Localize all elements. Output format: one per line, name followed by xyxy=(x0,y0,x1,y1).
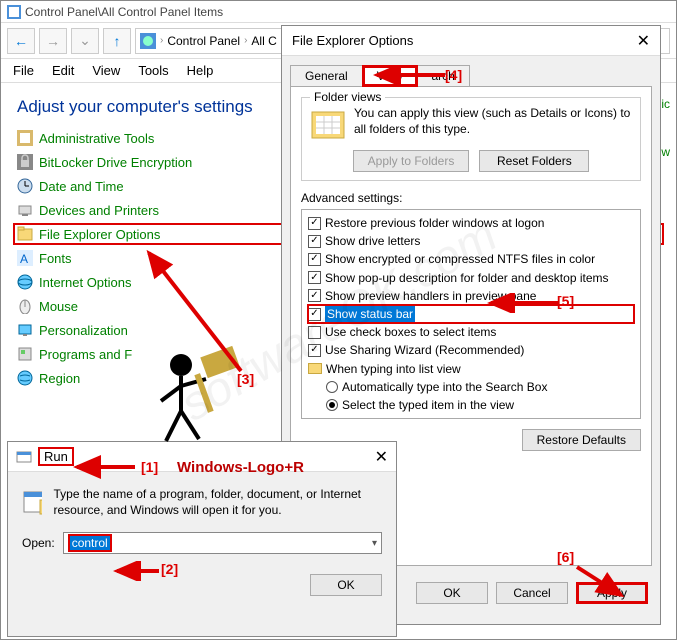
dropdown-icon[interactable]: ▾ xyxy=(372,538,377,549)
advanced-setting-item[interactable]: Select the typed item in the view xyxy=(308,396,634,414)
advanced-settings-label: Advanced settings: xyxy=(301,191,641,205)
group-label: Folder views xyxy=(310,90,385,104)
callout-1: [1] xyxy=(141,459,158,475)
advanced-setting-item[interactable]: Use Sharing Wizard (Recommended) xyxy=(308,341,634,359)
advanced-settings-list[interactable]: Restore previous folder windows at logon… xyxy=(301,209,641,419)
back-button[interactable]: ← xyxy=(7,28,35,54)
menu-file[interactable]: File xyxy=(5,61,42,80)
callout-2: [2] xyxy=(161,561,178,577)
folder-views-group: Folder views You can apply this view (su… xyxy=(301,97,641,181)
cp-item-label: BitLocker Drive Encryption xyxy=(39,155,192,170)
callout-3: [3] xyxy=(237,371,254,387)
checkbox-icon[interactable] xyxy=(308,289,321,302)
cp-item-label: Internet Options xyxy=(39,275,132,290)
run-icon xyxy=(16,449,32,465)
tab-general[interactable]: General xyxy=(290,65,363,87)
setting-label: Show pop-up description for folder and d… xyxy=(325,270,609,286)
setting-label: Show preview handlers in preview pane xyxy=(325,288,536,304)
close-icon[interactable]: ✕ xyxy=(637,31,650,51)
keyboard-hint: Windows-Logo+R xyxy=(177,459,304,476)
callout-5: [5] xyxy=(557,293,574,309)
ok-button[interactable]: OK xyxy=(416,582,488,604)
cp-item-label: Devices and Printers xyxy=(39,203,159,218)
menu-help[interactable]: Help xyxy=(179,61,222,80)
setting-label: Show encrypted or compressed NTFS files … xyxy=(325,251,595,267)
run-ok-button[interactable]: OK xyxy=(310,574,382,596)
breadcrumb-sep: › xyxy=(244,35,247,46)
advanced-setting-item[interactable]: Automatically type into the Search Box xyxy=(308,378,634,396)
folder-icon xyxy=(308,363,322,374)
apply-to-folders-button[interactable]: Apply to Folders xyxy=(353,150,470,172)
open-label: Open: xyxy=(22,536,55,550)
setting-label: Use check boxes to select items xyxy=(325,324,496,340)
cp-item-label: Programs and F xyxy=(39,347,132,362)
advanced-setting-item[interactable]: Show encrypted or compressed NTFS files … xyxy=(308,250,634,268)
cp-item-label: Administrative Tools xyxy=(39,131,154,146)
tabs: General View arch xyxy=(290,64,652,86)
reset-folders-button[interactable]: Reset Folders xyxy=(479,150,589,172)
setting-label: Show drive letters xyxy=(325,233,420,249)
advanced-setting-item[interactable]: Restore previous folder windows at logon xyxy=(308,214,634,232)
checkbox-icon[interactable] xyxy=(308,308,321,321)
setting-label: Automatically type into the Search Box xyxy=(342,379,547,395)
dialog-title: File Explorer Options xyxy=(292,33,413,48)
cp-item-label: Date and Time xyxy=(39,179,124,194)
apply-button[interactable]: Apply xyxy=(576,582,648,604)
setting-label: Restore previous folder windows at logon xyxy=(325,215,544,231)
restore-defaults-button[interactable]: Restore Defaults xyxy=(522,429,641,451)
checkbox-icon[interactable] xyxy=(308,344,321,357)
advanced-setting-item[interactable]: Show preview handlers in preview pane xyxy=(308,287,634,305)
callout-4: [4] xyxy=(445,67,462,83)
menu-view[interactable]: View xyxy=(84,61,128,80)
checkbox-icon[interactable] xyxy=(308,253,321,266)
advanced-setting-item[interactable]: Show pop-up description for folder and d… xyxy=(308,269,634,287)
advanced-setting-item[interactable]: When typing into list view xyxy=(308,360,634,378)
checkbox-icon[interactable] xyxy=(308,271,321,284)
menu-edit[interactable]: Edit xyxy=(44,61,82,80)
cp-item-label: Personalization xyxy=(39,323,128,338)
open-input[interactable]: control ▾ xyxy=(63,532,382,554)
callout-6: [6] xyxy=(557,549,574,565)
tab-view[interactable]: View xyxy=(362,65,418,87)
cp-item-label: Mouse xyxy=(39,299,78,314)
window-title: Control Panel\All Control Panel Items xyxy=(25,5,223,19)
run-description: Type the name of a program, folder, docu… xyxy=(54,486,383,518)
svg-text:A: A xyxy=(20,252,28,266)
radio-icon[interactable] xyxy=(326,381,338,393)
checkbox-icon[interactable] xyxy=(308,217,321,230)
open-value: control xyxy=(68,534,112,552)
breadcrumb-item[interactable]: Control Panel xyxy=(167,34,240,48)
checkbox-icon[interactable] xyxy=(308,235,321,248)
forward-button[interactable]: → xyxy=(39,28,67,54)
cp-item-label: Fonts xyxy=(39,251,72,266)
up-button[interactable]: ↑ xyxy=(103,28,131,54)
control-panel-icon xyxy=(140,33,156,49)
run-title: Run xyxy=(38,447,74,466)
cancel-button[interactable]: Cancel xyxy=(496,582,568,604)
setting-label: When typing into list view xyxy=(326,361,461,377)
cp-item-label: File Explorer Options xyxy=(39,227,160,242)
setting-label: Use Sharing Wizard (Recommended) xyxy=(325,342,524,358)
titlebar: Control Panel\All Control Panel Items xyxy=(1,1,676,23)
control-panel-icon xyxy=(7,5,21,19)
breadcrumb-sep: › xyxy=(160,35,163,46)
checkbox-icon[interactable] xyxy=(308,326,321,339)
stickman-illustration xyxy=(151,341,251,451)
menu-tools[interactable]: Tools xyxy=(130,61,176,80)
radio-icon[interactable] xyxy=(326,399,338,411)
close-icon[interactable]: ✕ xyxy=(375,447,388,467)
advanced-setting-item[interactable]: Use check boxes to select items xyxy=(308,323,634,341)
run-program-icon xyxy=(22,486,42,518)
folder-views-text: You can apply this view (such as Details… xyxy=(354,106,632,142)
folder-views-icon xyxy=(310,106,346,142)
cp-item-label: Region xyxy=(39,371,80,386)
advanced-setting-item[interactable]: Show drive letters xyxy=(308,232,634,250)
advanced-setting-item[interactable]: Show status bar xyxy=(308,305,634,323)
setting-label: Select the typed item in the view xyxy=(342,397,514,413)
dropdown-history[interactable]: ⌄ xyxy=(71,28,99,54)
breadcrumb-item[interactable]: All C xyxy=(251,34,276,48)
setting-label: Show status bar xyxy=(325,306,415,322)
dialog-titlebar: File Explorer Options ✕ xyxy=(282,26,660,56)
